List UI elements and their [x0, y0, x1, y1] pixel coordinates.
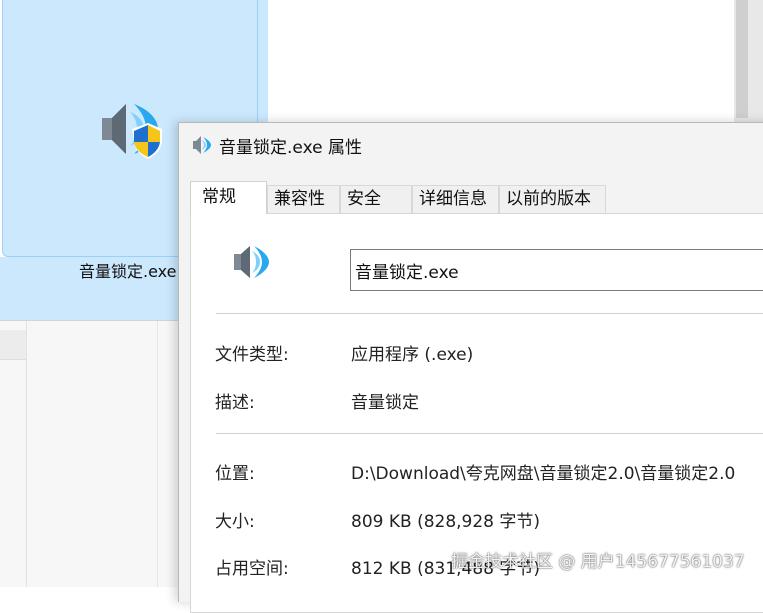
tab-details[interactable]: 详细信息	[412, 185, 499, 213]
disk-size-label: 占用空间:	[215, 559, 289, 579]
scrollbar-thumb[interactable]	[736, 0, 748, 118]
separator	[216, 313, 763, 314]
divider	[157, 321, 158, 587]
speaker-icon	[234, 246, 269, 278]
speaker-shield-icon[interactable]	[96, 96, 166, 166]
explorer-lower-panel	[0, 321, 180, 587]
watermark: 掘金技术社区 @ 用户145677561037	[451, 552, 745, 572]
file-type-label: 文件类型:	[215, 345, 289, 365]
size-value: 809 KB (828,928 字节)	[351, 512, 541, 532]
speaker-icon	[193, 136, 211, 154]
tab-bar: 常规 兼容性 安全 详细信息 以前的版本	[190, 181, 763, 214]
file-name-label[interactable]: 音量锁定.exe	[79, 258, 176, 282]
panel-item	[0, 330, 26, 360]
size-label: 大小:	[215, 512, 255, 532]
tab-security[interactable]: 安全	[340, 185, 412, 213]
file-type-value: 应用程序 (.exe)	[351, 345, 474, 365]
divider	[26, 321, 27, 587]
description-value: 音量锁定	[351, 393, 419, 413]
description-label: 描述:	[215, 393, 255, 413]
dialog-title-bar[interactable]: 音量锁定.exe 属性	[179, 123, 763, 167]
location-label: 位置:	[215, 464, 255, 484]
separator	[216, 433, 763, 434]
tab-previous-versions[interactable]: 以前的版本	[499, 185, 606, 213]
file-name-field[interactable]	[350, 249, 763, 291]
tab-compatibility[interactable]: 兼容性	[267, 185, 340, 213]
location-value: D:\Download\夸克网盘\音量锁定2.0\音量锁定2.0	[351, 464, 736, 484]
dialog-title: 音量锁定.exe 属性	[219, 138, 362, 158]
properties-dialog: 音量锁定.exe 属性 常规 兼容性 安全 详细信息 以前的版本 文件类型: 应…	[178, 122, 763, 613]
tab-general[interactable]: 常规	[190, 181, 267, 214]
